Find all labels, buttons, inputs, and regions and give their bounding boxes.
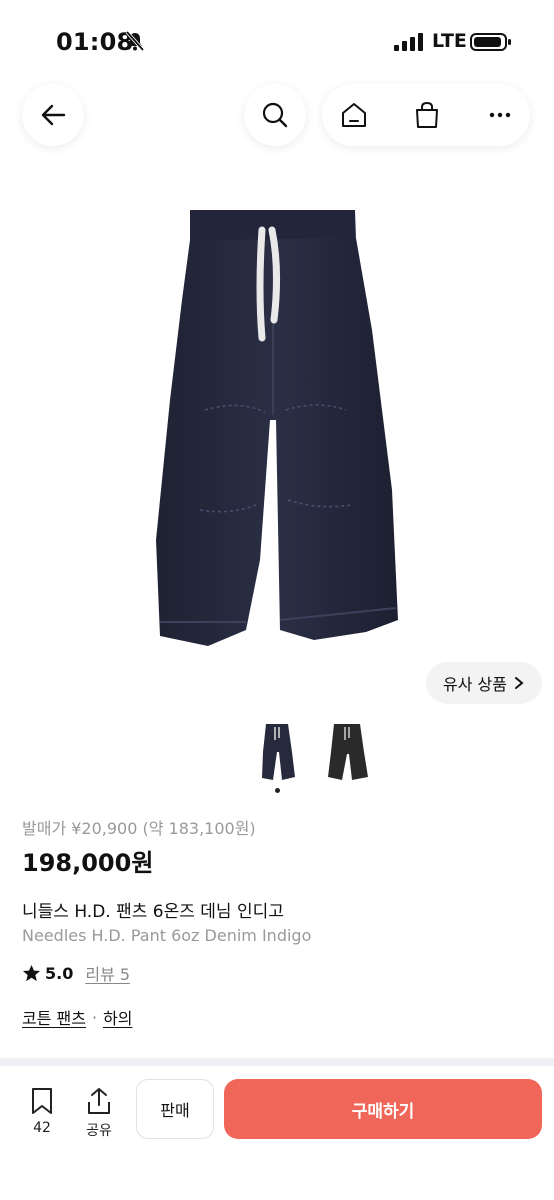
original-price: 발매가 ¥20,900 (약 183,100원) [22, 819, 256, 838]
thumbnail-strip [0, 722, 554, 782]
bookmark-count: 42 [33, 1120, 51, 1136]
sell-button[interactable]: 판매 [136, 1079, 214, 1139]
bookmark-button[interactable]: 42 [20, 1086, 64, 1136]
more-icon [489, 112, 511, 118]
chevron-right-icon [514, 677, 524, 689]
status-time: 01:08 [56, 28, 134, 56]
signal-icon [394, 33, 423, 51]
battery-icon [470, 33, 511, 51]
similar-products-label: 유사 상품 [443, 675, 507, 694]
bell-muted-icon [125, 30, 145, 52]
review-link[interactable]: 리뷰 5 [85, 961, 130, 985]
section-divider [0, 1058, 554, 1066]
rating-row: 5.0 리뷰 5 [22, 962, 130, 984]
product-image-gallery[interactable] [0, 160, 554, 700]
network-label: LTE [432, 30, 467, 52]
star-icon [22, 964, 41, 981]
shopping-bag-icon [416, 101, 438, 128]
search-button[interactable] [244, 84, 306, 146]
category-link[interactable]: 코튼 팬츠 [22, 1005, 86, 1029]
gallery-indicator-dot [275, 788, 280, 793]
rating-value: 5.0 [45, 963, 74, 983]
category-separator: · [91, 1007, 98, 1027]
thumbnail-black[interactable] [328, 722, 368, 782]
product-title-en: Needles H.D. Pant 6oz Denim Indigo [22, 926, 312, 945]
parent-category-link[interactable]: 하의 [103, 1005, 132, 1029]
bookmark-icon [32, 1088, 52, 1114]
category-breadcrumb: 코튼 팬츠 · 하의 [22, 1005, 133, 1029]
search-icon [262, 102, 288, 128]
bottom-action-bar: 42 공유 판매 구매하기 [0, 1066, 554, 1200]
price: 198,000원 [22, 849, 154, 877]
back-button[interactable] [22, 84, 84, 146]
buy-button[interactable]: 구매하기 [224, 1079, 542, 1139]
share-button[interactable]: 공유 [77, 1086, 121, 1140]
thumbnail-indigo[interactable] [258, 722, 298, 782]
share-label: 공유 [86, 1123, 112, 1139]
back-arrow-icon [41, 104, 66, 126]
product-title-ko: 니들스 H.D. 팬츠 6온즈 데님 인디고 [22, 902, 284, 922]
nav-actions-group [322, 84, 530, 146]
cart-button[interactable] [399, 84, 455, 146]
home-icon [342, 103, 366, 127]
more-button[interactable] [472, 84, 528, 146]
share-icon [88, 1088, 110, 1114]
similar-products-button[interactable]: 유사 상품 [426, 662, 542, 704]
status-bar: 01:08 LTE [0, 0, 554, 80]
product-image-denim-pants [156, 210, 398, 646]
home-button[interactable] [326, 84, 382, 146]
